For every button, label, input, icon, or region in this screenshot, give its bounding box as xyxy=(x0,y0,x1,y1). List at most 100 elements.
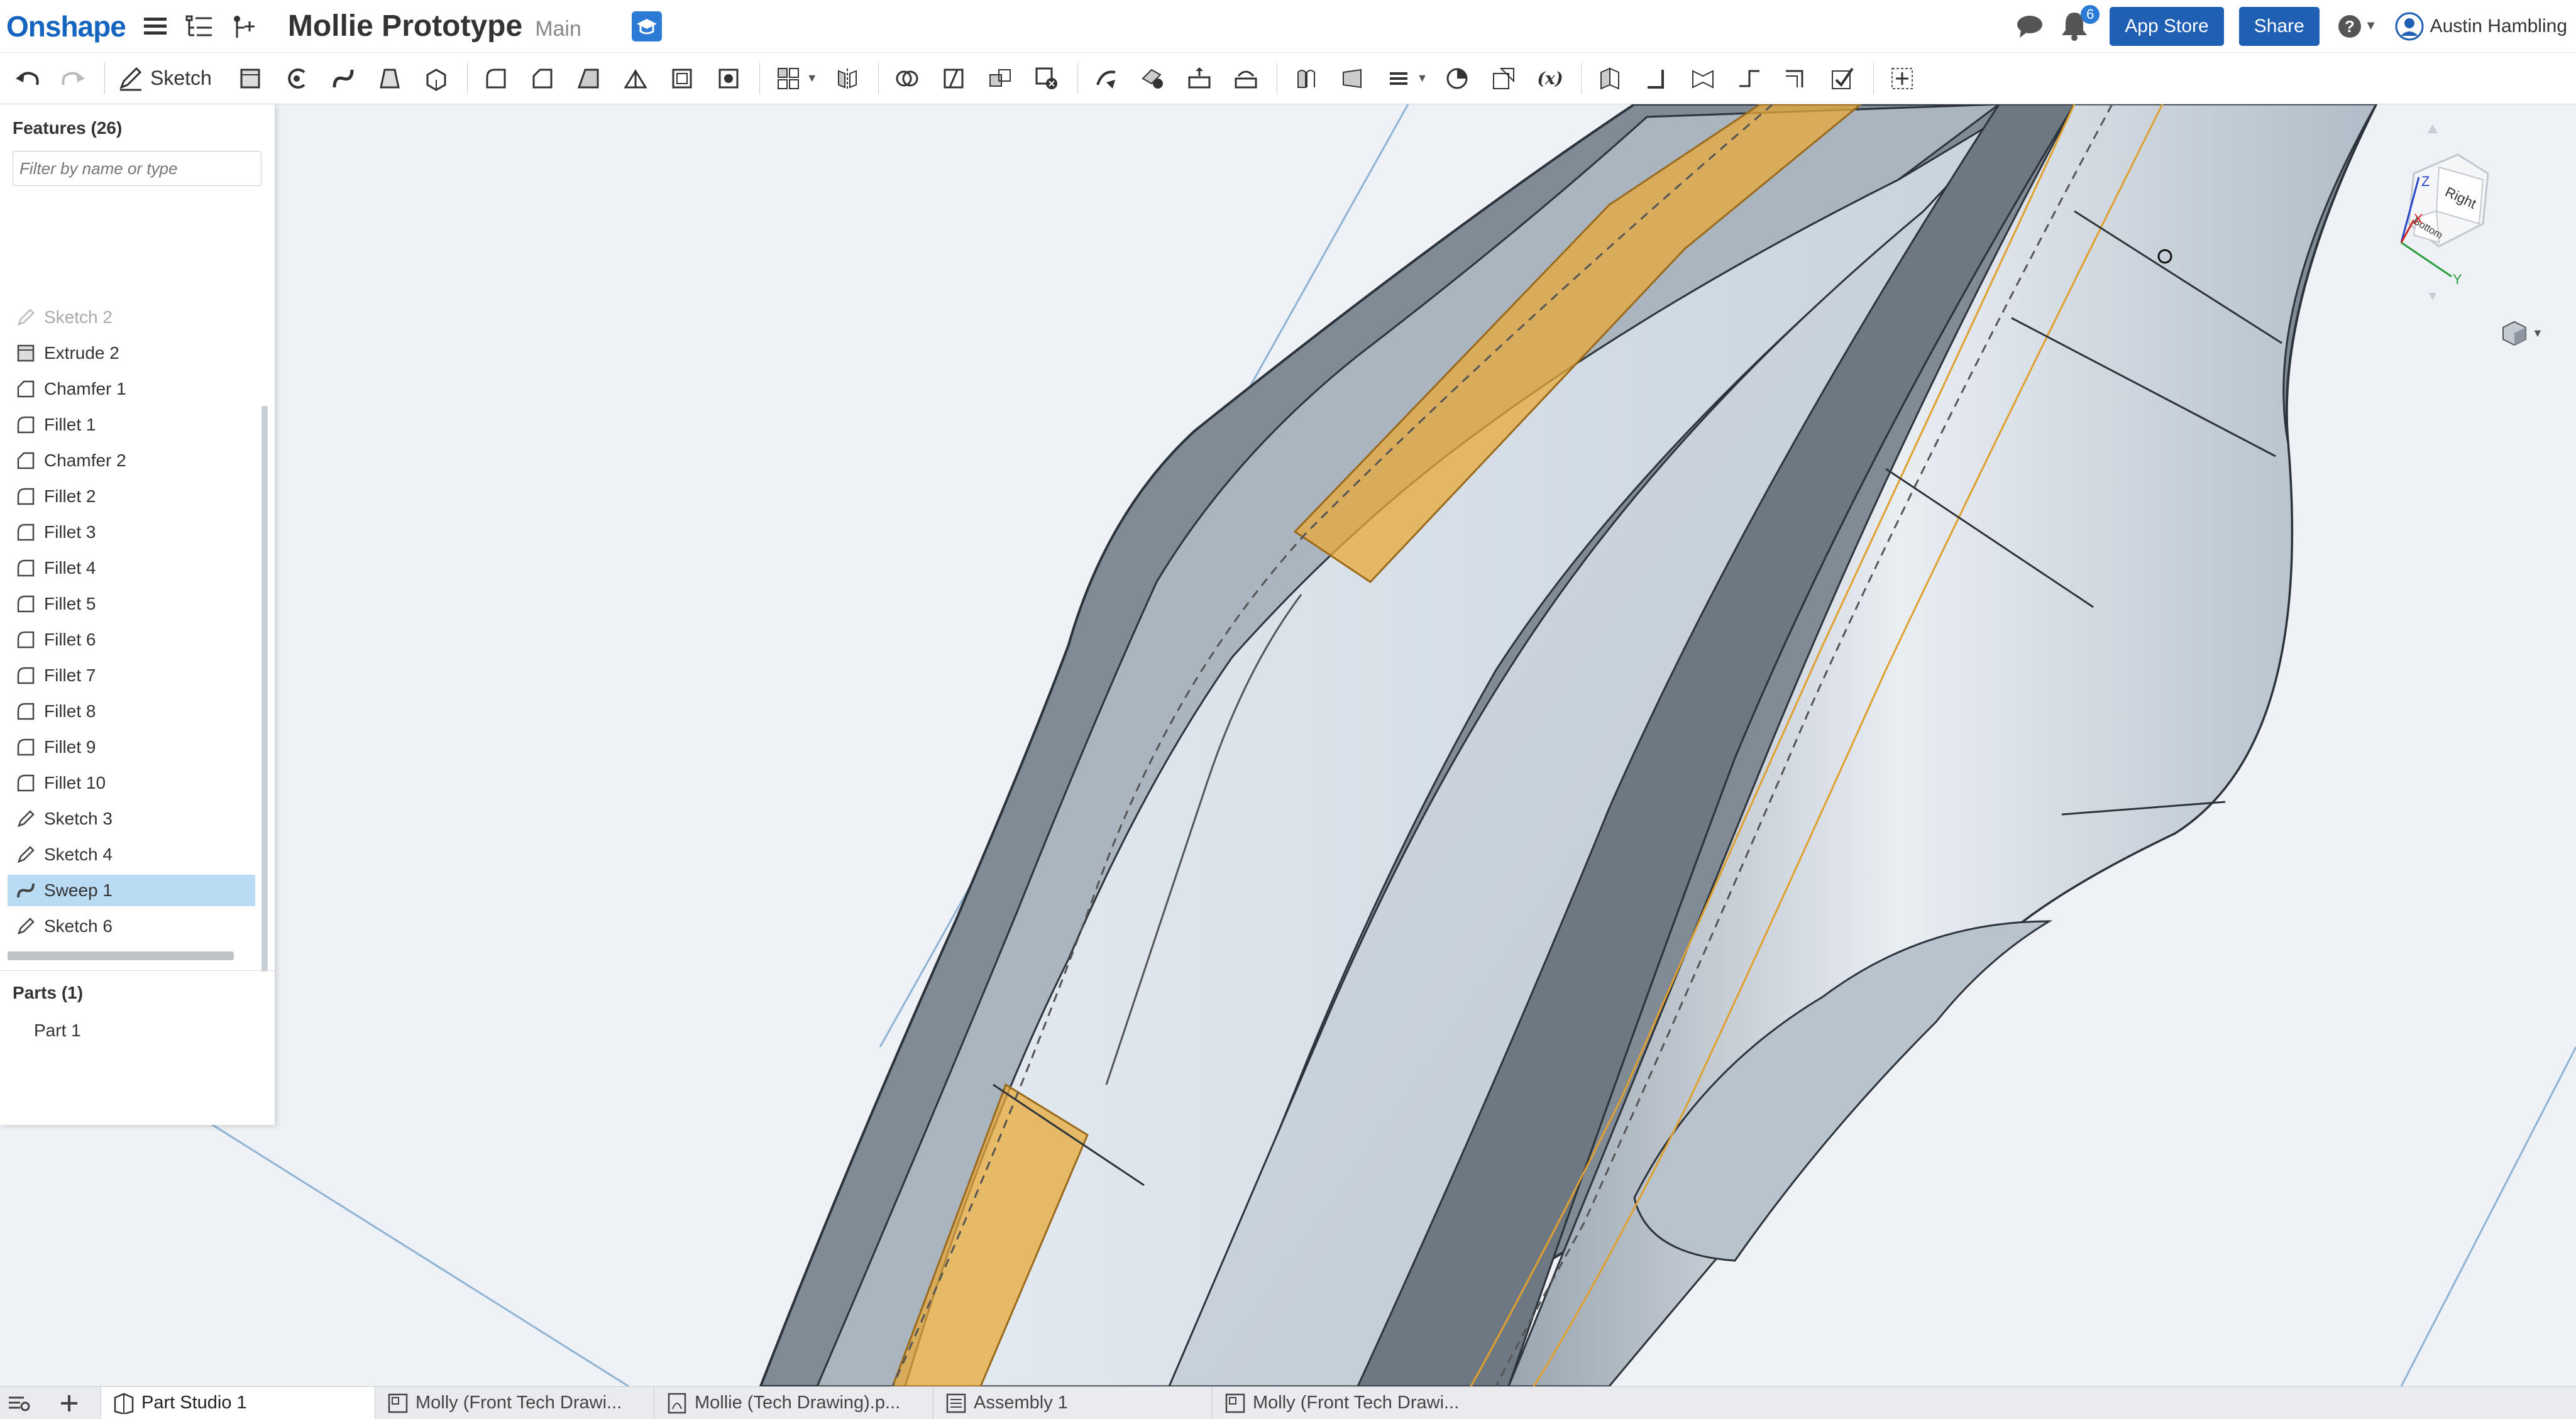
model-view[interactable] xyxy=(0,104,2576,1386)
joint-tool-icon[interactable] xyxy=(1734,60,1765,97)
help-menu[interactable]: ? ▼ xyxy=(2337,14,2377,39)
transform-tool-icon[interactable] xyxy=(984,60,1016,97)
variable-tool-icon[interactable]: (x) xyxy=(1534,60,1566,97)
z-axis-label: Z xyxy=(2421,173,2430,189)
feature-label: Sketch 6 xyxy=(44,916,113,936)
plane-edge-line xyxy=(2400,1046,2576,1386)
feature-list-scrollbar[interactable] xyxy=(261,406,268,972)
feature-label: Chamfer 2 xyxy=(44,451,126,470)
add-custom-feature-icon[interactable] xyxy=(1886,60,1918,97)
loft-tool-icon[interactable] xyxy=(374,60,405,97)
fillet-tool-icon[interactable] xyxy=(480,60,512,97)
tab-label: Assembly 1 xyxy=(974,1393,1068,1413)
undo-button[interactable] xyxy=(11,60,43,97)
boolean-tool-icon[interactable] xyxy=(891,60,923,97)
feature-item-chamfer-2[interactable]: Chamfer 2 xyxy=(8,445,255,476)
tab-manager-icon[interactable] xyxy=(0,1387,38,1419)
view-cube[interactable]: Right Bottom Z X Y xyxy=(2376,123,2489,312)
comments-icon[interactable] xyxy=(2015,12,2044,41)
feature-item-sketch-4[interactable]: Sketch 4 xyxy=(8,839,255,870)
offset-surface-tool-icon[interactable] xyxy=(1290,60,1321,97)
hamburger-menu-icon[interactable] xyxy=(141,12,170,41)
feature-item-fillet-2[interactable]: Fillet 2 xyxy=(8,481,255,512)
insert-icon[interactable] xyxy=(229,12,258,41)
flange-tool-icon[interactable] xyxy=(1641,60,1672,97)
feature-item-extrude-2[interactable]: Extrude 2 xyxy=(8,337,255,369)
feature-item-sketch-2[interactable]: Sketch 2 xyxy=(8,302,255,333)
graphics-viewport[interactable] xyxy=(0,104,2576,1386)
view-mode-menu[interactable]: ▼ xyxy=(2501,319,2543,347)
fill-surface-tool-icon[interactable] xyxy=(1336,60,1368,97)
feature-item-sketch-6[interactable]: Sketch 6 xyxy=(8,911,255,942)
feature-item-sketch-3[interactable]: Sketch 3 xyxy=(8,803,255,835)
replace-face-tool-icon[interactable] xyxy=(1230,60,1262,97)
thicken-tool-icon[interactable] xyxy=(421,60,452,97)
feature-item-fillet-9[interactable]: Fillet 9 xyxy=(8,731,255,763)
learning-center-icon[interactable] xyxy=(631,11,662,41)
view-arrow-icon xyxy=(2428,124,2438,133)
plane-edge-line xyxy=(188,1109,629,1386)
tab-drawing-front-1[interactable]: Molly (Front Tech Drawi... xyxy=(375,1386,654,1419)
rib-tool-icon[interactable] xyxy=(620,60,651,97)
feature-list-icon[interactable] xyxy=(185,12,214,41)
feature-item-fillet-1[interactable]: Fillet 1 xyxy=(8,409,255,441)
mirror-tool-icon[interactable] xyxy=(832,60,863,97)
feature-item-fillet-8[interactable]: Fillet 8 xyxy=(8,696,255,727)
sketch-button[interactable]: Sketch xyxy=(118,66,212,91)
draft-tool-icon[interactable] xyxy=(573,60,605,97)
feature-item-fillet-6[interactable]: Fillet 6 xyxy=(8,624,255,655)
split-tool-icon[interactable] xyxy=(938,60,969,97)
tab-pdf-tech-drawing[interactable]: Mollie (Tech Drawing).p... xyxy=(654,1386,933,1419)
pattern-tool-icon[interactable] xyxy=(773,60,804,97)
feature-item-fillet-5[interactable]: Fillet 5 xyxy=(8,588,255,620)
plane-tool-icon[interactable] xyxy=(1383,60,1414,97)
onshape-logo[interactable]: Onshape xyxy=(6,9,126,43)
part-list-item[interactable]: Part 1 xyxy=(34,1021,81,1041)
delete-face-tool-icon[interactable] xyxy=(1137,60,1169,97)
extrude-tool-icon[interactable] xyxy=(234,60,266,97)
app-store-button[interactable]: App Store xyxy=(2110,6,2224,46)
sheet-metal-tool-icon[interactable] xyxy=(1594,60,1626,97)
shell-tool-icon[interactable] xyxy=(666,60,698,97)
toolbar-divider xyxy=(1873,62,1874,94)
feature-item-fillet-7[interactable]: Fillet 7 xyxy=(8,660,255,691)
feature-list-horizontal-scrollbar[interactable] xyxy=(8,951,234,960)
feature-item-sweep-1[interactable]: Sweep 1 xyxy=(8,875,255,906)
chevron-down-icon: ▼ xyxy=(2532,326,2543,339)
feature-item-fillet-10[interactable]: Fillet 10 xyxy=(8,767,255,799)
features-title: Features (26) xyxy=(13,118,123,138)
modify-fillet-tool-icon[interactable] xyxy=(1091,60,1122,97)
revolve-tool-icon[interactable] xyxy=(281,60,312,97)
document-title[interactable]: Mollie Prototype xyxy=(288,9,522,43)
tab-part-studio-1[interactable]: Part Studio 1 xyxy=(101,1386,375,1419)
parts-title[interactable]: Parts (1) xyxy=(13,983,83,1003)
measure-tool-icon[interactable] xyxy=(1488,60,1519,97)
tab-drawing-front-2[interactable]: Molly (Front Tech Drawi... xyxy=(1212,1386,1486,1419)
chamfer-tool-icon[interactable] xyxy=(527,60,558,97)
feature-list: Sketch 2 Extrude 2 Chamfer 1 Fillet 1 Ch… xyxy=(0,192,275,965)
feature-filter-input[interactable] xyxy=(13,151,261,186)
move-face-tool-icon[interactable] xyxy=(1184,60,1215,97)
corner-tool-icon[interactable] xyxy=(1780,60,1812,97)
finish-sheet-metal-icon[interactable] xyxy=(1827,60,1858,97)
share-button[interactable]: Share xyxy=(2238,6,2320,46)
svg-text:(x): (x) xyxy=(1538,68,1563,88)
tab-tool-icon[interactable] xyxy=(1687,60,1719,97)
mate-connector-tool-icon[interactable] xyxy=(1441,60,1473,97)
chevron-down-icon: ▼ xyxy=(2364,19,2377,33)
notifications-icon[interactable]: 6 xyxy=(2059,4,2100,44)
feature-item-fillet-4[interactable]: Fillet 4 xyxy=(8,552,255,584)
user-menu[interactable]: Austin Hambling xyxy=(2395,12,2567,41)
branch-name[interactable]: Main xyxy=(535,17,581,41)
sweep-tool-icon[interactable] xyxy=(328,60,359,97)
chevron-down-icon[interactable]: ▼ xyxy=(1417,72,1428,85)
hole-tool-icon[interactable] xyxy=(713,60,744,97)
add-tab-icon[interactable] xyxy=(38,1387,101,1419)
tab-assembly-1[interactable]: Assembly 1 xyxy=(933,1386,1212,1419)
delete-part-tool-icon[interactable] xyxy=(1031,60,1062,97)
redo-button[interactable] xyxy=(58,60,89,97)
feature-item-fillet-3[interactable]: Fillet 3 xyxy=(8,517,255,548)
feature-label: Fillet 9 xyxy=(44,737,96,757)
feature-item-chamfer-1[interactable]: Chamfer 1 xyxy=(8,373,255,405)
chevron-down-icon[interactable]: ▼ xyxy=(806,72,818,85)
